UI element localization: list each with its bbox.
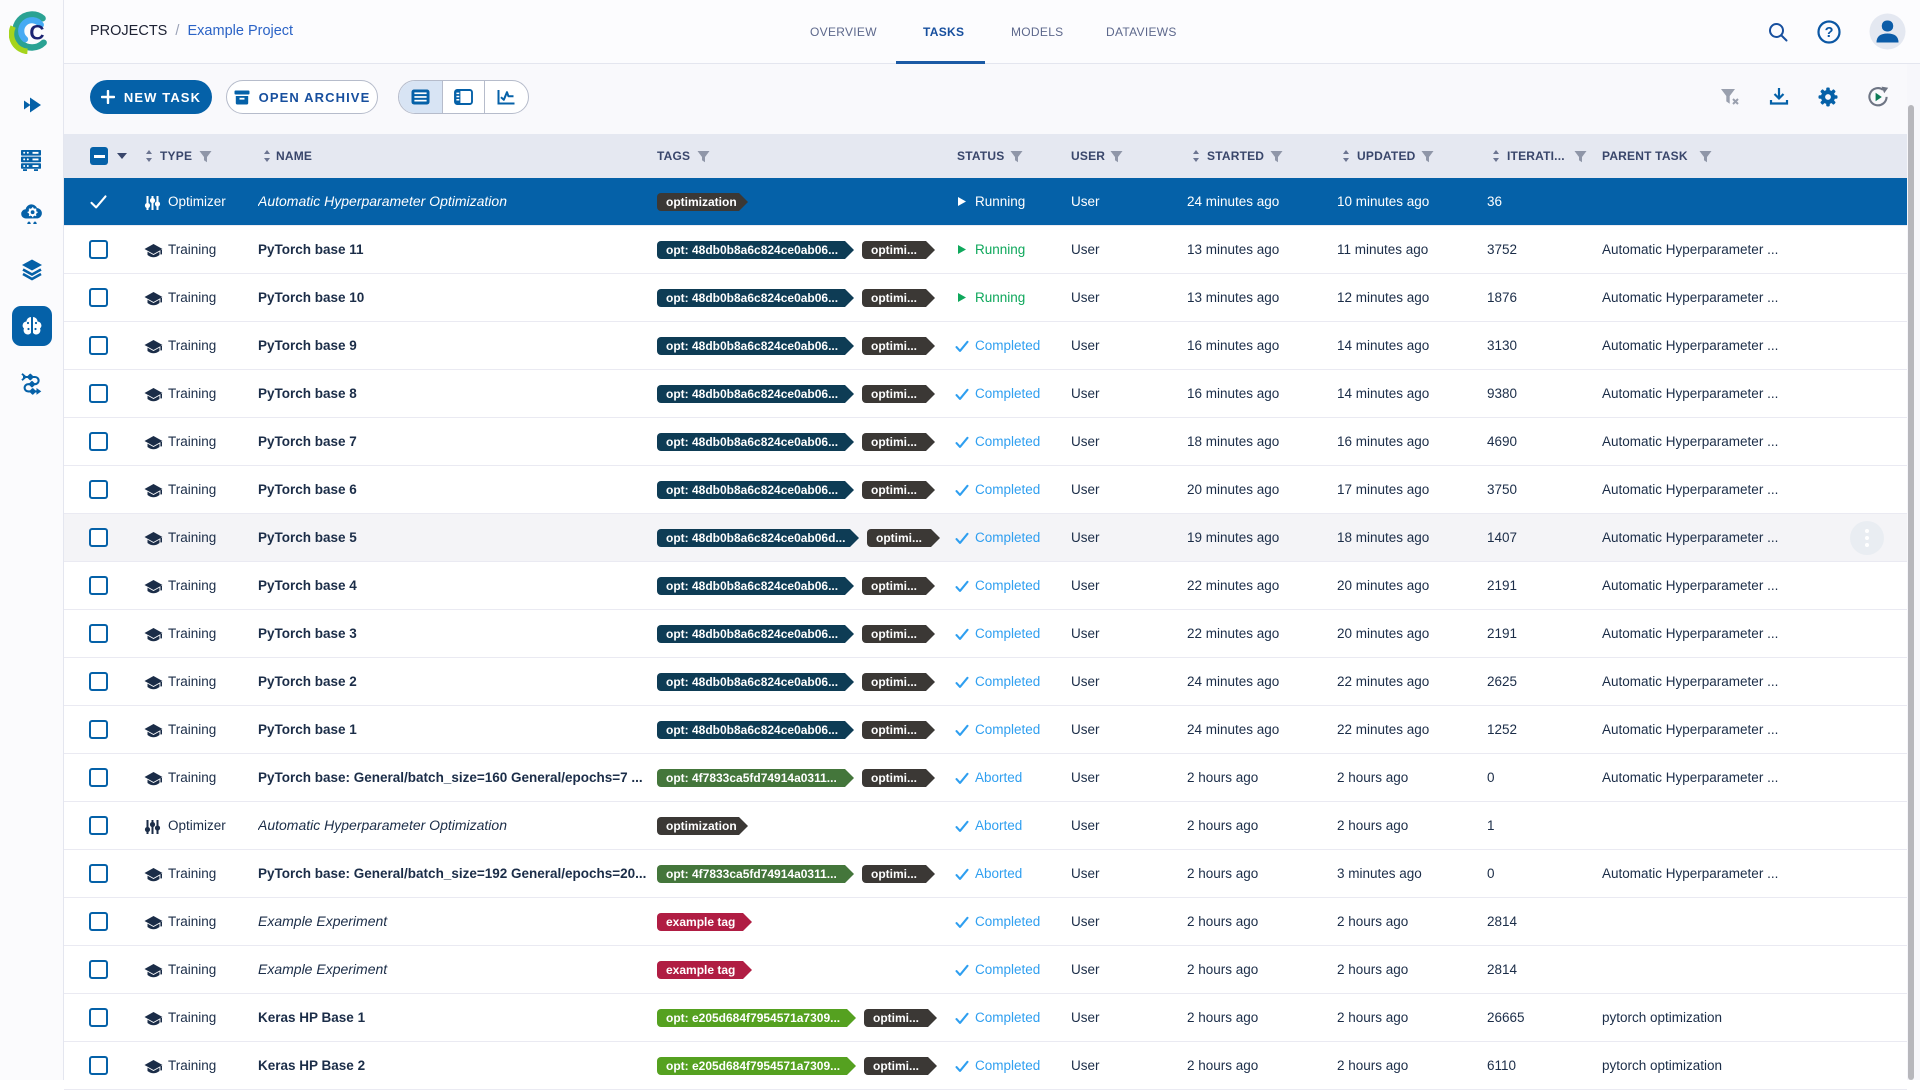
svg-text:?: ? [1825,25,1834,41]
svg-text:C: C [29,22,44,45]
